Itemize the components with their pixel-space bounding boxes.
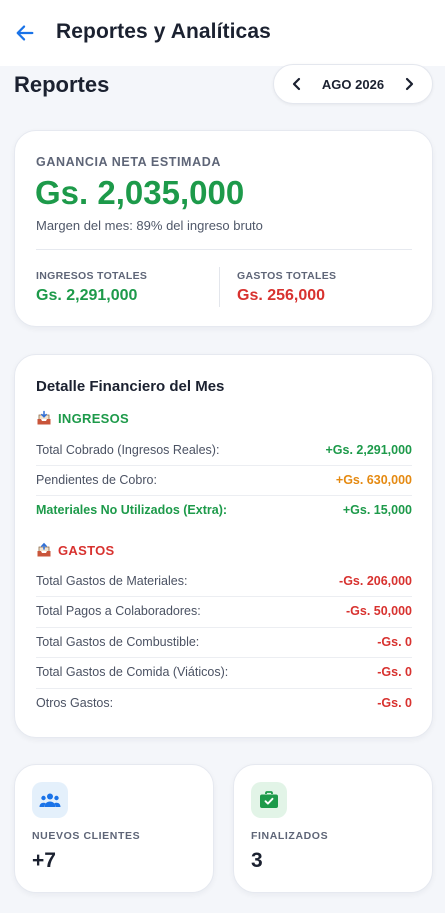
group-icon <box>39 793 61 807</box>
total-income-label: INGRESOS TOTALES <box>36 270 148 282</box>
total-income-value: Gs. 2,291,000 <box>36 287 138 304</box>
new-clients-card[interactable]: NUEVOS CLIENTES +7 <box>14 764 214 893</box>
expense-row: Total Gastos de Combustible: -Gs. 0 <box>36 627 412 657</box>
expense-row: Total Gastos de Materiales: -Gs. 206,000 <box>36 566 412 596</box>
income-row: Pendientes de Cobro: +Gs. 630,000 <box>36 465 412 495</box>
app-bar: Reportes y Analíticas <box>0 0 445 66</box>
total-expenses-label: GASTOS TOTALES <box>237 270 337 282</box>
expense-row-value: -Gs. 0 <box>377 635 412 649</box>
income-row: Total Cobrado (Ingresos Reales): +Gs. 2,… <box>36 435 412 465</box>
detail-title: Detalle Financiero del Mes <box>36 378 225 395</box>
expense-row: Total Pagos a Colaboradores: -Gs. 50,000 <box>36 596 412 626</box>
new-clients-value: +7 <box>32 849 56 872</box>
net-profit-amount: Gs. 2,035,000 <box>35 174 245 211</box>
divider <box>36 249 412 250</box>
expense-row-value: -Gs. 50,000 <box>345 604 412 618</box>
income-row-label: Total Cobrado (Ingresos Reales): <box>36 443 220 457</box>
divider <box>219 267 220 307</box>
income-row: Materiales No Utilizados (Extra): +Gs. 1… <box>36 495 412 525</box>
expense-row-label: Total Gastos de Comida (Viáticos): <box>36 665 229 679</box>
income-row-value: +Gs. 630,000 <box>335 473 412 487</box>
expense-group-label: GASTOS <box>58 542 115 558</box>
finished-value: 3 <box>251 849 263 872</box>
section-title: Reportes <box>14 72 110 97</box>
arrow-left-icon <box>16 25 34 41</box>
inbox-tray-icon <box>37 410 51 425</box>
total-expenses-value: Gs. 256,000 <box>237 287 326 304</box>
chevron-right-icon <box>405 77 414 91</box>
net-profit-card: GANANCIA NETA ESTIMADA Gs. 2,035,000 Mar… <box>14 130 433 327</box>
group-icon-badge <box>32 782 68 818</box>
income-row-label: Materiales No Utilizados (Extra): <box>36 503 228 517</box>
income-row-value: +Gs. 15,000 <box>342 503 412 517</box>
previous-month-button[interactable] <box>288 75 306 93</box>
outbox-tray-icon <box>37 542 51 557</box>
briefcase-check-icon <box>260 791 278 808</box>
page-title: Reportes y Analíticas <box>56 20 271 43</box>
expense-row-label: Otros Gastos: <box>36 696 114 710</box>
expense-group-header: GASTOS <box>36 542 114 558</box>
expense-row-label: Total Pagos a Colaboradores: <box>36 604 201 618</box>
income-group-label: INGRESOS <box>58 410 130 426</box>
expense-row-label: Total Gastos de Combustible: <box>36 635 200 649</box>
finished-card[interactable]: FINALIZADOS 3 <box>233 764 433 893</box>
expense-row-value: -Gs. 206,000 <box>339 574 412 588</box>
expense-row: Total Gastos de Comida (Viáticos): -Gs. … <box>36 657 412 687</box>
back-button[interactable] <box>12 20 38 46</box>
month-selector: AGO 2026 <box>273 64 433 104</box>
expense-row-value: -Gs. 0 <box>377 696 412 710</box>
financial-detail-card: Detalle Financiero del Mes INGRESOS Tota… <box>14 354 433 738</box>
expense-row-label: Total Gastos de Materiales: <box>36 574 188 588</box>
chevron-left-icon <box>292 77 301 91</box>
finished-label: FINALIZADOS <box>251 830 329 842</box>
net-profit-label: GANANCIA NETA ESTIMADA <box>36 155 221 169</box>
income-group-header: INGRESOS <box>36 410 129 426</box>
expense-row: Otros Gastos: -Gs. 0 <box>36 688 412 718</box>
next-month-button[interactable] <box>400 75 418 93</box>
month-label: AGO 2026 <box>321 76 385 92</box>
expense-row-value: -Gs. 0 <box>377 665 412 679</box>
margin-text: Margen del mes: 89% del ingreso bruto <box>36 218 263 233</box>
income-row-value: +Gs. 2,291,000 <box>325 443 412 457</box>
new-clients-label: NUEVOS CLIENTES <box>32 830 141 842</box>
briefcase-icon-badge <box>251 782 287 818</box>
income-row-label: Pendientes de Cobro: <box>36 473 157 487</box>
